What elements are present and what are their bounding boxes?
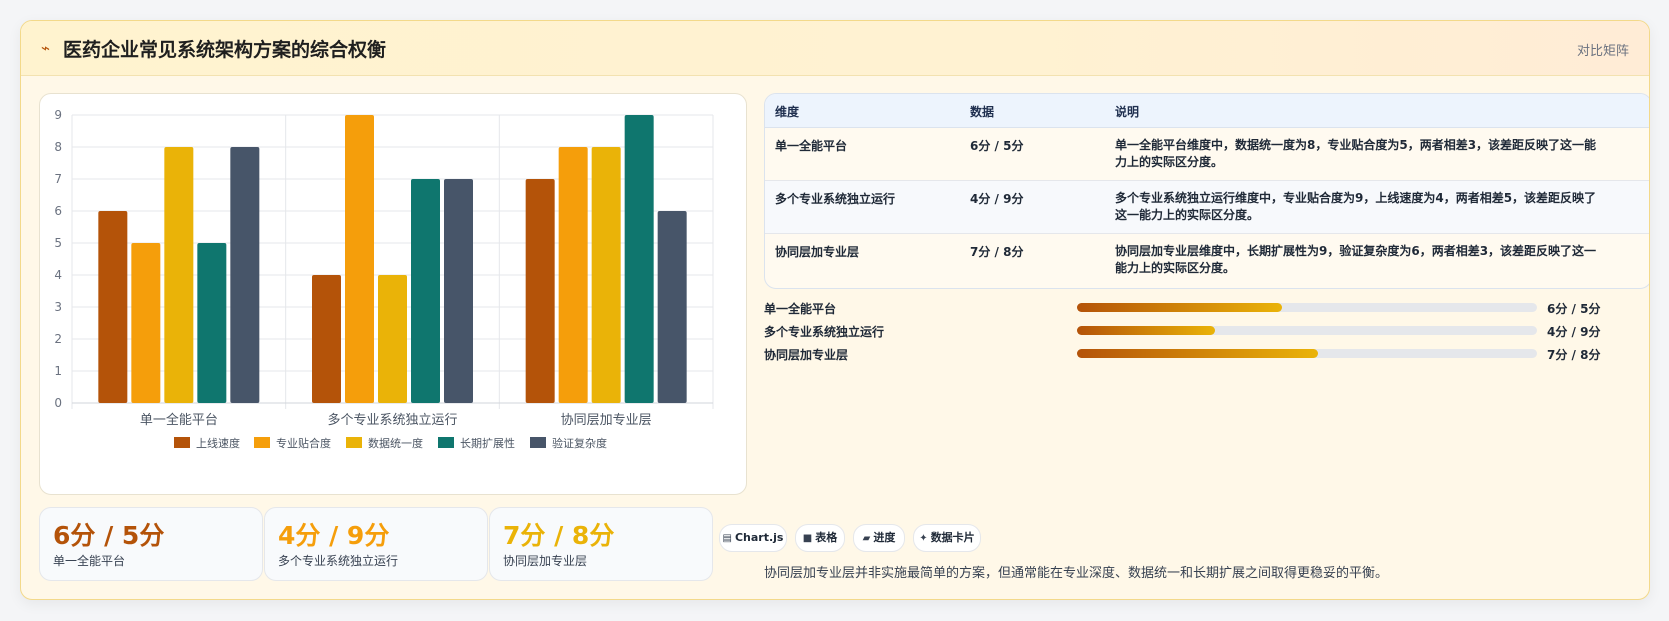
cell-data: 7分 / 8分 xyxy=(970,245,1024,259)
x-tick-label: 多个专业系统独立运行 xyxy=(327,412,457,428)
stat-card-single-platform: 6分 / 5分 单一全能平台 xyxy=(39,507,263,581)
progress-row: 协同层加专业层 7分 / 8分 xyxy=(764,345,1649,363)
table-row: 多个专业系统独立运行 4分 / 9分 多个专业系统独立运行维度中，专业贴合度为9… xyxy=(765,181,1649,234)
progress-fill xyxy=(1077,303,1282,312)
bar xyxy=(444,179,473,403)
progress-row: 多个专业系统独立运行 4分 / 9分 xyxy=(764,322,1649,340)
cell-dimension: 多个专业系统独立运行 xyxy=(775,192,896,206)
legend-swatch xyxy=(254,437,270,448)
legend-swatch xyxy=(174,437,190,448)
cell-dimension: 单一全能平台 xyxy=(775,139,848,153)
progress-track xyxy=(1077,326,1537,335)
progress-icon: ▰ xyxy=(862,533,871,544)
bar xyxy=(591,147,621,403)
cell-dimension: 协同层加专业层 xyxy=(775,245,860,259)
legend-label: 上线速度 xyxy=(196,436,240,450)
stat-card-collaboration-layer: 7分 / 8分 协同层加专业层 xyxy=(489,507,713,581)
table-icon: ■ xyxy=(802,533,813,544)
chip-label: 表格 xyxy=(815,531,838,544)
comparison-table: 维度 数据 说明 单一全能平台 6分 / 5分 单一全能平台维度中，数据统一度为… xyxy=(764,93,1649,289)
stat-label: 协同层加专业层 xyxy=(503,554,588,568)
y-tick-label: 8 xyxy=(54,140,62,154)
legend-swatch xyxy=(438,437,454,448)
bar xyxy=(525,179,555,403)
bar-chart: 0 1 2 3 4 5 6 7 8 9 单一全能平台 多个专业系统独立运行 协同层加专业层上线速度 专业贴… xyxy=(54,108,714,450)
matrix-link[interactable]: 对比矩阵 xyxy=(1577,40,1629,59)
bar xyxy=(312,275,341,403)
cell-description: 协同层加专业层维度中，长期扩展性为9，验证复杂度为6，两者相差3，该差距反映了这… xyxy=(1115,244,1597,275)
bar xyxy=(345,115,374,403)
chip-table[interactable]: ■ 表格 xyxy=(795,524,845,552)
progress-label: 协同层加专业层 xyxy=(764,348,849,362)
column-header-data: 数据 xyxy=(970,105,995,119)
column-header-description: 说明 xyxy=(1115,105,1140,119)
table-header: 维度 数据 说明 xyxy=(765,94,1649,128)
progress-label: 单一全能平台 xyxy=(764,302,837,316)
card-header: ⌁ 医药企业常见系统架构方案的综合权衡 对比矩阵 xyxy=(21,21,1649,76)
progress-value: 7分 / 8分 xyxy=(1547,348,1601,362)
progress-fill xyxy=(1077,326,1215,335)
cell-data: 6分 / 5分 xyxy=(970,139,1024,153)
progress-label: 多个专业系统独立运行 xyxy=(764,325,885,339)
legend-label: 长期扩展性 xyxy=(460,436,515,450)
y-tick-label: 5 xyxy=(54,236,62,250)
progress-track xyxy=(1077,303,1537,312)
chip-label: 进度 xyxy=(873,531,896,544)
cell-data: 4分 / 9分 xyxy=(970,192,1024,206)
bar xyxy=(197,243,227,403)
bar-chart-panel: 0 1 2 3 4 5 6 7 8 9 单一全能平台 多个专业系统独立运行 协同层加专业层上线速度 专业贴… xyxy=(39,93,747,495)
lightning-icon: ⌁ xyxy=(41,39,51,57)
cell-description: 多个专业系统独立运行维度中，专业贴合度为9，上线速度为4，两者相差5，该差距反映… xyxy=(1115,191,1597,222)
bar xyxy=(558,147,588,403)
y-tick-label: 6 xyxy=(54,204,62,218)
stat-label: 单一全能平台 xyxy=(53,554,126,568)
stat-value: 6分 / 5分 xyxy=(53,521,165,550)
progress-track xyxy=(1077,349,1537,358)
progress-row: 单一全能平台 6分 / 5分 xyxy=(764,299,1649,317)
bar xyxy=(624,115,654,403)
chart-icon: ▤ xyxy=(722,533,732,544)
x-tick-label: 单一全能平台 xyxy=(140,412,218,428)
summary-text: 协同层加专业层并非实施最简单的方案，但通常能在专业深度、数据统一和长期扩展之间取… xyxy=(764,566,1389,581)
y-tick-label: 9 xyxy=(54,108,62,122)
bar xyxy=(98,211,128,403)
y-tick-label: 1 xyxy=(54,364,62,378)
legend-label: 数据统一度 xyxy=(368,436,423,450)
legend-swatch xyxy=(346,437,362,448)
progress-value: 4分 / 9分 xyxy=(1547,325,1601,339)
bar xyxy=(378,275,407,403)
bar xyxy=(657,211,687,403)
table-row: 单一全能平台 6分 / 5分 单一全能平台维度中，数据统一度为8，专业贴合度为5… xyxy=(765,128,1649,181)
stat-value: 4分 / 9分 xyxy=(278,521,390,550)
stat-label: 多个专业系统独立运行 xyxy=(278,554,399,568)
stat-value: 7分 / 8分 xyxy=(503,521,615,550)
legend-label: 专业贴合度 xyxy=(276,436,331,450)
table-row: 协同层加专业层 7分 / 8分 协同层加专业层维度中，长期扩展性为9，验证复杂度… xyxy=(765,234,1649,286)
chip-data-card[interactable]: ✦ 数据卡片 xyxy=(913,524,981,552)
bar xyxy=(131,243,161,403)
page-title: 医药企业常见系统架构方案的综合权衡 xyxy=(63,39,387,61)
y-tick-label: 7 xyxy=(54,172,62,186)
legend-label: 验证复杂度 xyxy=(552,436,607,450)
y-tick-label: 0 xyxy=(54,396,62,410)
y-tick-label: 4 xyxy=(54,268,62,282)
bar xyxy=(164,147,194,403)
progress-value: 6分 / 5分 xyxy=(1547,302,1601,316)
y-tick-label: 3 xyxy=(54,300,62,314)
bar xyxy=(230,147,260,403)
chip-chartjs[interactable]: ▤ Chart.js xyxy=(719,524,787,552)
y-tick-label: 2 xyxy=(54,332,62,346)
x-tick-label: 协同层加专业层 xyxy=(561,413,652,428)
column-header-dimension: 维度 xyxy=(775,105,800,119)
progress-fill xyxy=(1077,349,1318,358)
chip-progress[interactable]: ▰ 进度 xyxy=(853,524,905,552)
legend-swatch xyxy=(530,437,546,448)
stat-card-independent-systems: 4分 / 9分 多个专业系统独立运行 xyxy=(264,507,488,581)
cell-description: 单一全能平台维度中，数据统一度为8，专业贴合度为5，两者相差3，该差距反映了这一… xyxy=(1115,138,1597,169)
chip-label: 数据卡片 xyxy=(930,531,975,544)
chip-label: Chart.js xyxy=(734,531,784,544)
sparkle-icon: ✦ xyxy=(919,533,928,544)
bar xyxy=(411,179,440,403)
comparison-card: ⌁ 医药企业常见系统架构方案的综合权衡 对比矩阵 0 1 2 3 4 5 6 7 8 9 单一全能平… xyxy=(20,20,1650,600)
